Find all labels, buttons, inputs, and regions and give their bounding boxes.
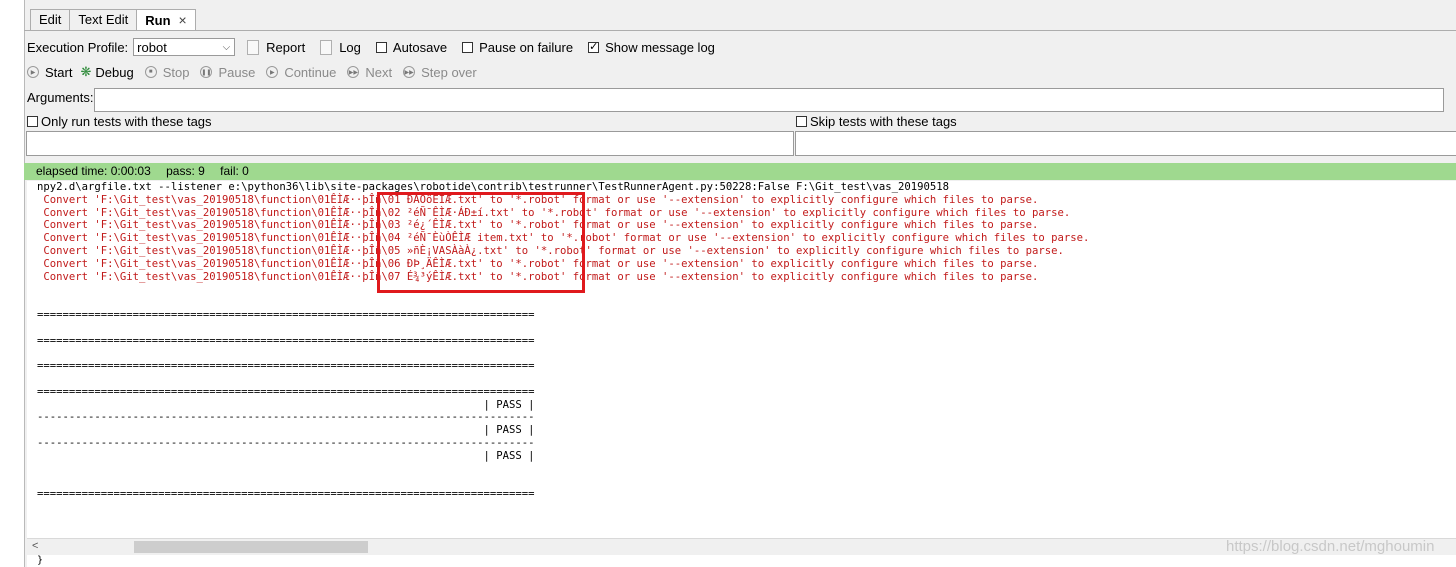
arguments-label: Arguments: (27, 90, 94, 105)
pause-label-toolbar: Pause (218, 64, 256, 80)
chevron-down-icon: ⌵ (222, 42, 231, 53)
stop-icon: ■ (144, 66, 157, 78)
only-run-tags-row[interactable]: Only run tests with these tags (27, 114, 212, 129)
execution-profile-label: Execution Profile: (27, 39, 129, 55)
log-label: Log (339, 39, 361, 55)
next-button[interactable]: ▶▶ Next (347, 65, 392, 80)
console-line: Convert 'F:\Git_test\vas_20190518\functi… (37, 270, 1039, 283)
scroll-left-arrow-icon[interactable]: < (32, 540, 38, 552)
console-output[interactable]: npy2.d\argfile.txt --listener e:\python3… (27, 181, 1456, 538)
tab-run[interactable]: Run × (136, 9, 196, 31)
tab-text-edit[interactable]: Text Edit (69, 9, 138, 30)
log-button[interactable]: Log (320, 39, 361, 55)
execution-profile-row: Execution Profile: robot ⌵ Report Log Au… (27, 38, 730, 56)
console-line: Convert 'F:\Git_test\vas_20190518\functi… (37, 232, 1090, 245)
console-line: ========================================… (37, 488, 535, 501)
fail-count: fail: 0 (220, 164, 249, 178)
pause-button[interactable]: ❚❚ Pause (200, 65, 255, 80)
continue-button[interactable]: ▶ Continue (266, 65, 336, 80)
skip-tags-input[interactable] (795, 131, 1456, 156)
run-toolbar: ▶ Start ❋ Debug ■ Stop ❚❚ Pause ▶ Contin… (27, 64, 492, 80)
message-log-checkbox-box[interactable] (588, 40, 600, 53)
debug-label: Debug (95, 64, 134, 80)
scrollbar-thumb[interactable] (134, 541, 368, 553)
pause-label: Pause on failure (479, 39, 574, 55)
console-line: Convert 'F:\Git_test\vas_20190518\functi… (37, 257, 1039, 270)
status-bar: elapsed time: 0:00:03 pass: 9 fail: 0 (24, 163, 1456, 180)
console-line: npy2.d\argfile.txt --listener e:\python3… (37, 181, 950, 193)
only-run-tags-input[interactable] (26, 131, 794, 156)
watermark: https://blog.csdn.net/mghoumin (1226, 538, 1435, 555)
console-line: ========================================… (37, 360, 535, 373)
only-run-checkbox-box[interactable] (27, 116, 38, 127)
report-button[interactable]: Report (247, 39, 306, 55)
play-icon: ▶ (27, 66, 39, 78)
step-over-icon: ▶▶ (403, 66, 416, 78)
console-line: | PASS | (37, 449, 535, 462)
message-log-label: Show message log (605, 39, 715, 55)
editor-tabs: Edit Text Edit Run × (30, 9, 196, 31)
autosave-label: Autosave (392, 39, 448, 55)
autosave-checkbox-box[interactable] (375, 41, 387, 53)
console-line: Convert 'F:\Git_test\vas_20190518\functi… (37, 244, 1064, 257)
stop-label: Stop (162, 64, 190, 80)
tab-edit-label: Edit (39, 12, 62, 27)
continue-icon: ▶ (266, 66, 279, 78)
stop-button[interactable]: ■ Stop (144, 64, 190, 80)
bottom-panel-text: } (27, 555, 1456, 567)
arguments-input[interactable] (94, 88, 1444, 112)
elapsed-time: elapsed time: 0:00:03 (36, 164, 151, 178)
pause-icon: ❚❚ (200, 66, 213, 78)
tab-divider (24, 30, 1456, 31)
execution-profile-select[interactable]: robot ⌵ (133, 38, 236, 56)
start-button[interactable]: ▶ Start (27, 65, 72, 80)
console-line: Convert 'F:\Git_test\vas_20190518\functi… (37, 193, 1039, 206)
console-line: ========================================… (37, 334, 535, 347)
console-line: ========================================… (37, 385, 535, 398)
close-icon[interactable]: × (179, 12, 187, 28)
start-label: Start (45, 64, 73, 80)
tab-run-label: Run (145, 13, 171, 28)
pass-count: pass: 9 (166, 164, 205, 178)
pause-on-failure-checkbox[interactable]: Pause on failure (462, 40, 573, 55)
step-over-button[interactable]: ▶▶ Step over (403, 65, 477, 80)
next-icon: ▶▶ (347, 66, 360, 78)
bug-icon: ❋ (80, 64, 92, 79)
console-line: | PASS | (37, 398, 535, 411)
report-label: Report (266, 39, 306, 55)
report-doc-icon (247, 39, 260, 55)
arguments-row: Arguments: (27, 90, 93, 105)
console-line: Convert 'F:\Git_test\vas_20190518\functi… (37, 206, 1071, 219)
next-label: Next (365, 64, 393, 80)
console-line: | PASS | (37, 424, 535, 437)
execution-profile-value: robot (137, 40, 167, 55)
pause-checkbox-box[interactable] (462, 41, 474, 53)
only-run-label: Only run tests with these tags (41, 114, 212, 129)
tab-text-edit-label: Text Edit (78, 12, 129, 27)
show-message-log-checkbox[interactable]: Show message log (588, 40, 715, 55)
console-line: ----------------------------------------… (37, 411, 535, 424)
console-line: ----------------------------------------… (37, 436, 535, 449)
skip-checkbox-box[interactable] (796, 116, 807, 127)
highlight-box (377, 192, 585, 293)
skip-label: Skip tests with these tags (810, 114, 957, 129)
log-doc-icon (320, 39, 333, 55)
console-line: ========================================… (37, 308, 535, 321)
skip-tags-row[interactable]: Skip tests with these tags (796, 114, 957, 129)
autosave-checkbox[interactable]: Autosave (375, 39, 448, 55)
step-over-label: Step over (421, 64, 477, 80)
debug-button[interactable]: ❋ Debug (80, 64, 133, 80)
console-line: Convert 'F:\Git_test\vas_20190518\functi… (37, 219, 1039, 232)
continue-label: Continue (284, 64, 337, 80)
tab-edit[interactable]: Edit (30, 9, 71, 30)
